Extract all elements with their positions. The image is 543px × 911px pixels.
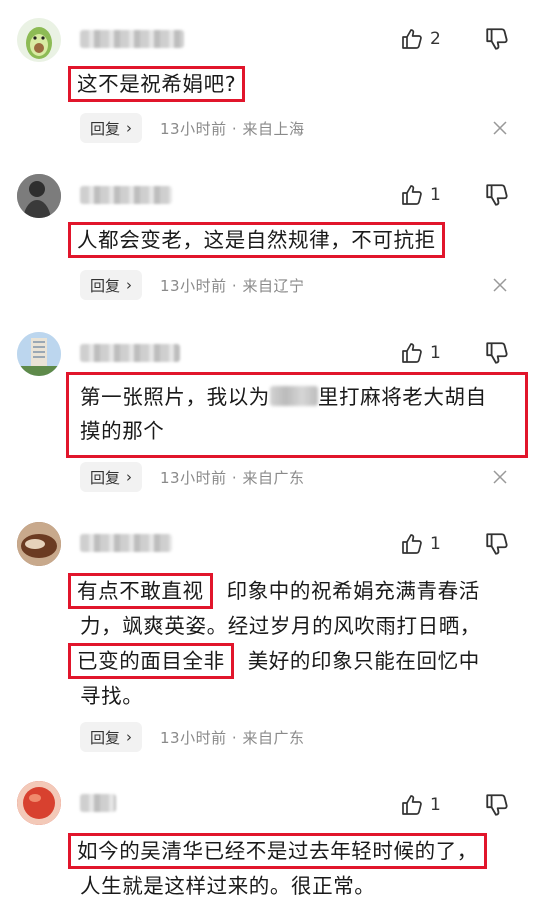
timestamp: 13小时前 · 来自辽宁 [160,276,305,295]
timestamp: 13小时前 · 来自广东 [160,468,305,487]
reply-label: 回复 [90,119,121,138]
like-button[interactable]: 1 [400,531,441,557]
highlighted-text: 人都会变老，这是自然规律，不可抗拒 [68,222,445,258]
comment-text: 有点不敢直视 印象中的祝希娟充满青春活 力，飒爽英姿。经过岁月的风吹雨打日晒， 已… [68,573,525,713]
close-icon[interactable] [492,120,508,136]
avatar[interactable] [17,332,61,376]
dislike-button[interactable] [484,792,512,818]
comment-meta: 回复 › 13小时前 · 来自辽宁 [80,270,304,300]
person-photo-avatar-icon [17,174,61,218]
thumbs-up-icon [402,343,422,363]
like-button[interactable]: 2 [400,26,441,52]
chevron-right-icon: › [126,468,133,486]
timestamp: 13小时前 · 来自广东 [160,728,305,747]
reply-label: 回复 [90,468,121,487]
dislike-button[interactable] [484,340,512,366]
like-button[interactable]: 1 [400,792,441,818]
avatar[interactable] [17,174,61,218]
dislike-button[interactable] [484,26,512,52]
highlighted-text: 如今的吴清华已经不是过去年轻时候的了， [68,833,487,869]
avatar[interactable] [17,18,61,62]
like-count: 1 [430,343,441,363]
comment-text: 这不是祝希娟吧? [68,66,520,102]
reply-button[interactable]: 回复 › [80,462,143,492]
building-photo-avatar-icon [17,332,61,376]
close-icon[interactable] [492,277,508,293]
reply-button[interactable]: 回复 › [80,270,143,300]
comment-line: 有点不敢直视 印象中的祝希娟充满青春活 [68,573,525,609]
thumbs-down-icon [486,184,508,206]
thumbs-up-icon [402,534,422,554]
avatar[interactable] [17,522,61,566]
red-photo-avatar-icon [17,781,61,825]
like-count: 1 [430,534,441,554]
username-blurred[interactable] [80,534,172,552]
thumbs-up-icon [402,185,422,205]
like-button[interactable]: 1 [400,182,441,208]
comment-meta: 回复 › 13小时前 · 来自广东 [80,462,304,492]
chevron-right-icon: › [126,119,133,137]
comment-meta: 回复 › 13小时前 · 来自广东 [80,722,304,752]
comment-text: 人都会变老，这是自然规律，不可抗拒 [68,222,520,258]
like-button[interactable]: 1 [400,340,441,366]
reply-label: 回复 [90,276,121,295]
photo-avatar-icon [17,522,61,566]
username-blurred[interactable] [80,186,172,204]
reply-label: 回复 [90,728,121,747]
reply-button[interactable]: 回复 › [80,722,143,752]
thumbs-up-icon [402,795,422,815]
thumbs-down-icon [486,533,508,555]
thumbs-down-icon [486,28,508,50]
comment-line: 摸的那个 [80,419,165,443]
like-count: 1 [430,795,441,815]
comment-line: 人生就是这样过来的。很正常。 [80,874,376,898]
comment-line: 力，飒爽英姿。经过岁月的风吹雨打日晒， [80,614,481,638]
like-count: 2 [430,29,441,49]
dislike-button[interactable] [484,182,512,208]
comment-text: 第一张照片，我以为 里打麻将老大胡自 摸的那个 [80,380,520,448]
blurred-word [269,386,318,406]
highlighted-text: 已变的面目全非 [68,643,234,679]
thumbs-up-icon [402,29,422,49]
comment-text: 如今的吴清华已经不是过去年轻时候的了， 人生就是这样过来的。很正常。 [68,833,530,903]
comment-meta: 回复 › 13小时前 · 来自上海 [80,113,304,143]
highlighted-text: 有点不敢直视 [68,573,213,609]
comment-line: 已变的面目全非 美好的印象只能在回忆中 [68,643,525,679]
comment-line: 如今的吴清华已经不是过去年轻时候的了， [68,833,530,869]
thumbs-down-icon [486,794,508,816]
like-count: 1 [430,185,441,205]
avocado-avatar-icon [17,18,61,62]
username-blurred[interactable] [80,344,180,362]
username-blurred[interactable] [80,794,116,812]
comment-line: 第一张照片，我以为 里打麻将老大胡自 [80,385,487,409]
dislike-button[interactable] [484,531,512,557]
timestamp: 13小时前 · 来自上海 [160,119,305,138]
avatar[interactable] [17,781,61,825]
close-icon[interactable] [492,469,508,485]
comment-line: 寻找。 [80,684,144,708]
chevron-right-icon: › [126,276,133,294]
chevron-right-icon: › [126,728,133,746]
reply-button[interactable]: 回复 › [80,113,143,143]
username-blurred[interactable] [80,30,184,48]
thumbs-down-icon [486,342,508,364]
highlighted-text: 这不是祝希娟吧? [68,66,246,102]
